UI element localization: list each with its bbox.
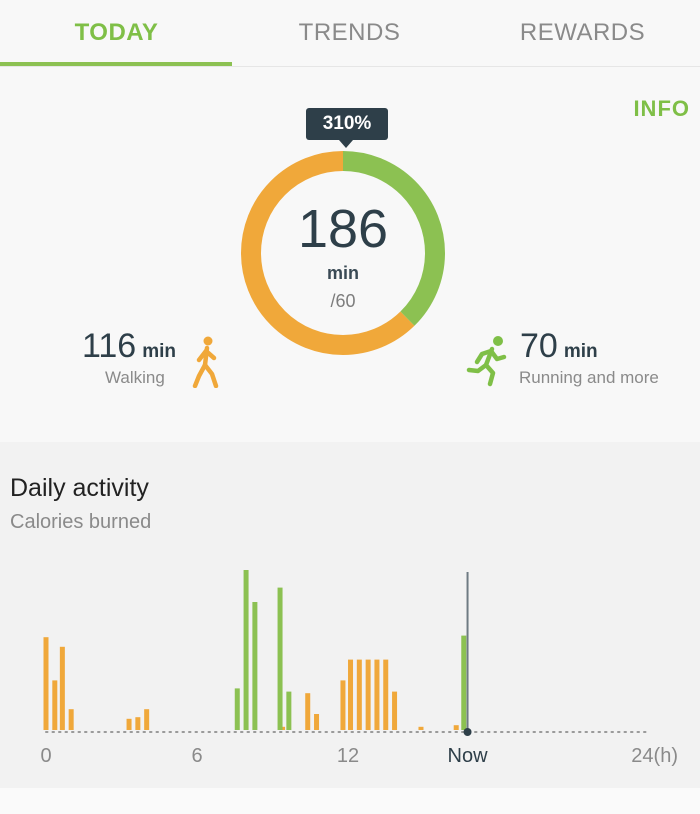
running-bar [286, 691, 292, 730]
walking-bar [52, 680, 58, 730]
running-bar [234, 688, 240, 730]
walking-bar [314, 714, 320, 730]
walking-bar [135, 717, 141, 730]
walking-bar [374, 659, 380, 730]
walking-bar [305, 693, 311, 730]
walking-bar [68, 709, 74, 730]
running-person-icon [466, 336, 507, 387]
walking-label: Walking [105, 368, 165, 387]
walking-bar [43, 637, 49, 730]
walking-bar [365, 659, 371, 730]
walking-bar [418, 726, 424, 730]
percent-badge: 310% [306, 108, 388, 140]
running-minutes: 70 [520, 327, 558, 365]
walking-bar [59, 646, 65, 730]
walking-bar [340, 680, 346, 730]
now-tick-label: Now [448, 745, 489, 767]
x-tick-label: 12 [337, 745, 359, 767]
daily-activity-chart: 0 6 12 Now 24(h) [40, 570, 678, 767]
walking-value: 116 min [82, 327, 176, 366]
walking-bar [392, 691, 398, 730]
running-value: 70 min [520, 327, 598, 366]
info-button[interactable]: INFO [633, 96, 690, 122]
running-bar [252, 602, 258, 730]
walking-bar [356, 659, 362, 730]
goal-minutes: /60 [330, 291, 356, 311]
running-bar [277, 587, 283, 730]
x-tick-label: 0 [40, 745, 51, 767]
running-bar [461, 635, 467, 730]
x-tick-label: 6 [191, 745, 202, 767]
walking-bar [144, 709, 150, 730]
daily-activity-title: Daily activity [10, 474, 149, 502]
walking-minutes: 116 [82, 327, 137, 365]
active-tab-indicator [0, 62, 232, 66]
walking-bar [383, 659, 389, 730]
walking-unit: min [142, 341, 176, 362]
footer-strip [0, 788, 700, 814]
tab-bar: TODAY TRENDS REWARDS [0, 0, 700, 67]
running-unit: min [563, 341, 598, 362]
tab-today[interactable]: TODAY [0, 0, 233, 66]
walking-bar [126, 718, 132, 730]
daily-activity-subtitle: Calories burned [10, 511, 152, 533]
walking-bar [348, 659, 354, 730]
x-tick-label: 24(h) [631, 745, 678, 767]
running-bar [243, 570, 249, 730]
total-unit: min [326, 263, 359, 283]
now-marker-dot [463, 728, 472, 736]
running-label: Running and more [519, 368, 659, 387]
percent-badge-pointer [339, 140, 353, 148]
total-active-minutes: 186 [297, 199, 389, 259]
tab-rewards[interactable]: REWARDS [466, 0, 699, 66]
tab-trends[interactable]: TRENDS [233, 0, 466, 66]
walking-bar [453, 725, 459, 730]
walking-person-icon [192, 336, 219, 388]
